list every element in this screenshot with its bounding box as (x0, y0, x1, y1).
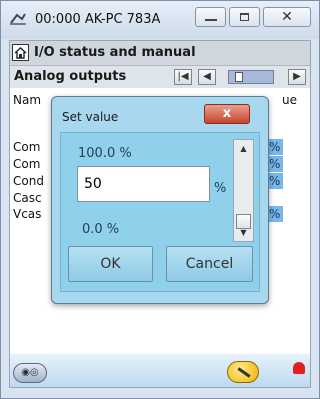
first-page-button[interactable]: |◀ (174, 69, 192, 85)
value-input[interactable] (77, 166, 210, 202)
prev-page-button[interactable]: ◀ (198, 69, 216, 85)
close-icon: ✕ (281, 9, 293, 25)
close-window-button[interactable]: ✕ (263, 7, 311, 27)
list-item[interactable]: Com (13, 157, 40, 171)
app-icon (10, 13, 26, 25)
close-icon: x (222, 106, 232, 121)
page-slider[interactable] (228, 70, 274, 84)
maximize-icon (240, 13, 249, 21)
prev-page-icon: ◀ (203, 71, 211, 82)
value-unit: % (269, 207, 281, 221)
list-item[interactable]: Casc (13, 191, 42, 205)
footer-bar: ◉◎ (10, 354, 310, 387)
value-unit: % (269, 157, 281, 171)
next-page-icon: ▶ (293, 71, 301, 82)
ok-button[interactable]: OK (68, 246, 153, 282)
cancel-button[interactable]: Cancel (166, 246, 253, 282)
minimize-icon (204, 19, 217, 21)
window-title: 00:000 AK-PC 783A (35, 12, 161, 27)
dialog-title: Set value (62, 110, 119, 124)
value-unit: % (269, 174, 281, 188)
unit-label: % (214, 181, 227, 196)
scroll-up-icon[interactable]: ▲ (236, 142, 251, 155)
alarm-bell-icon[interactable] (293, 362, 305, 374)
min-value-label: 0.0 % (82, 222, 120, 237)
section-header: Analog outputs |◀ ◀ ▶ (10, 66, 310, 88)
maximize-button[interactable] (229, 7, 260, 27)
list-item[interactable]: Vcas (13, 207, 41, 221)
dialog-body: 100.0 % % 0.0 % ▲ ▼ OK Cancel (60, 132, 260, 292)
home-icon[interactable] (12, 44, 29, 61)
max-value-label: 100.0 % (78, 146, 132, 161)
minimize-button[interactable] (195, 7, 226, 27)
set-value-dialog: Set value x 100.0 % % 0.0 % ▲ ▼ OK Cance… (51, 96, 269, 304)
column-header-name: Nam (13, 93, 42, 107)
scroll-down-icon[interactable]: ▼ (236, 226, 251, 239)
next-page-button[interactable]: ▶ (288, 69, 306, 85)
column-header-value: ue (282, 93, 297, 107)
page-header: I/O status and manual (10, 41, 310, 66)
value-unit: % (269, 140, 281, 154)
dialog-close-button[interactable]: x (204, 104, 250, 124)
first-page-icon: |◀ (177, 71, 189, 82)
wrench-icon[interactable] (227, 361, 259, 383)
title-bar: 00:000 AK-PC 783A ✕ (1, 1, 319, 39)
app-window: 00:000 AK-PC 783A ✕ I/O status and manua… (0, 0, 320, 399)
eye-icon[interactable]: ◉◎ (13, 363, 47, 383)
list-item[interactable]: Cond (13, 174, 44, 188)
page-title: I/O status and manual (34, 45, 196, 60)
list-item[interactable]: Com (13, 140, 40, 154)
section-title: Analog outputs (14, 69, 127, 84)
value-scrollbar[interactable]: ▲ ▼ (233, 139, 254, 242)
page-slider-thumb[interactable] (235, 72, 243, 82)
